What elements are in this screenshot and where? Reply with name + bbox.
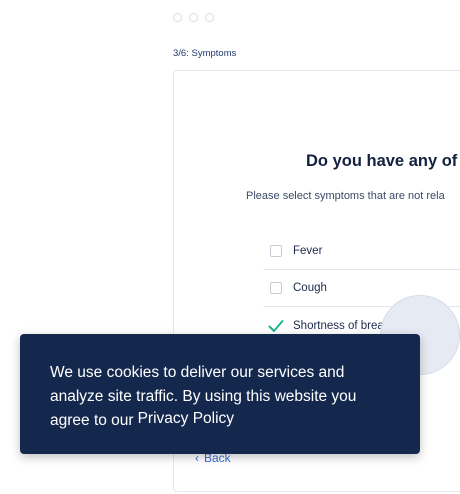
step-label: 3/6: Symptoms [173,48,237,59]
cookie-text-block: We use cookies to deliver our services a… [50,361,390,433]
progress-dot [173,13,182,22]
progress-dot [189,13,198,22]
question-title: Do you have any of [306,152,458,170]
progress-dots [173,13,214,22]
symptom-label: Fever [293,245,323,257]
checkmark-icon[interactable] [268,319,284,333]
question-instruction: Please select symptoms that are not rela [246,190,445,202]
checkbox[interactable] [270,282,282,294]
progress-dot [205,13,214,22]
symptom-label: Shortness of breath [293,319,394,332]
cookie-banner: We use cookies to deliver our services a… [20,334,420,454]
symptom-option-fever[interactable]: Fever [263,233,460,270]
symptom-label: Cough [293,282,327,294]
checkbox[interactable] [270,245,282,257]
privacy-policy-link[interactable]: Privacy Policy [138,410,234,427]
